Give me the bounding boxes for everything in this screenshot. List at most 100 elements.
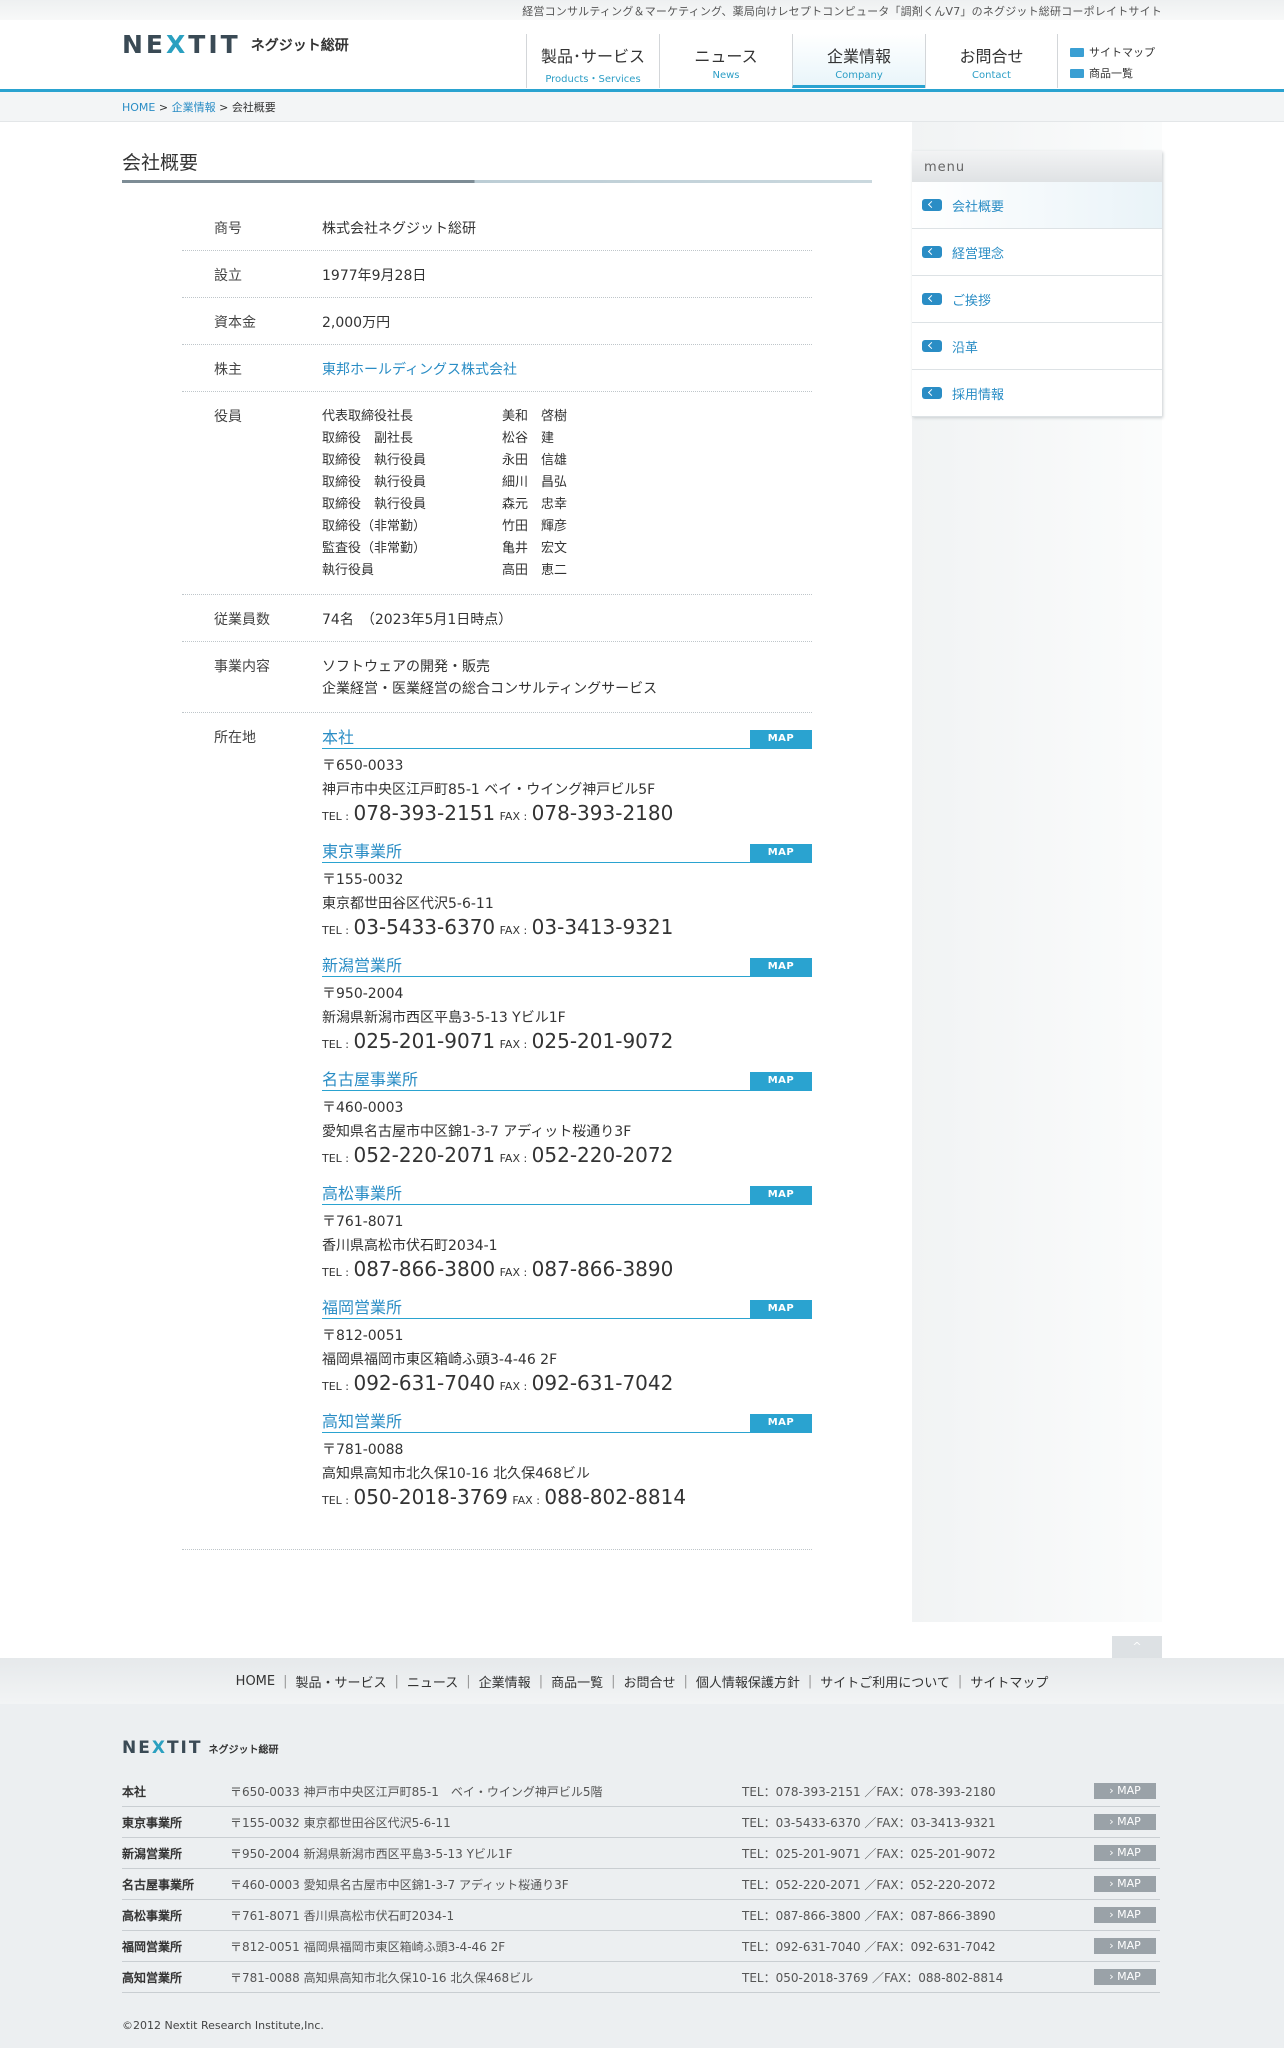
nav-news[interactable]: ニュース News <box>659 34 792 88</box>
map-label: MAP <box>1117 1815 1141 1828</box>
map-button[interactable]: MAP <box>750 730 812 748</box>
fax-number: 088-802-8814 <box>544 1485 687 1509</box>
footer-office-phone: TEL：050-2018-3769 ／FAX：088-802-8814 <box>742 1970 1004 1985</box>
office-phone: TEL : 092-631-7040 FAX : 092-631-7042 <box>322 1371 812 1395</box>
arrow-icon: › <box>1109 1784 1118 1797</box>
breadcrumb-company[interactable]: 企業情報 <box>172 101 216 114</box>
side-menu-philosophy[interactable]: 経営理念 <box>912 229 1162 276</box>
footer-map-button[interactable]: › MAP <box>1094 1938 1156 1954</box>
shareholder-link[interactable]: 東邦ホールディングス株式会社 <box>322 362 517 378</box>
footer-office-address: 〒950-2004 新潟県新潟市西区平島3-5-13 Yビル1F <box>230 1846 513 1861</box>
product-list-link[interactable]: 商品一覧 <box>1070 65 1155 81</box>
logo-text: ネグジット総研 <box>250 37 349 54</box>
arrow-icon: › <box>1109 1939 1118 1952</box>
fax-number: 025-201-9072 <box>531 1029 674 1053</box>
footer-office-row: 高松事業所 〒761-8071 香川県高松市伏石町2034-1 TEL：087-86… <box>122 1900 1160 1931</box>
sitemap-link[interactable]: サイトマップ <box>1070 44 1155 60</box>
footer-map-button[interactable]: › MAP <box>1094 1907 1156 1923</box>
footer-map-button[interactable]: › MAP <box>1094 1845 1156 1861</box>
footer-office-name: 高知営業所 <box>122 1970 183 1985</box>
office-zip: 〒812-0051 <box>322 1328 404 1344</box>
map-button[interactable]: MAP <box>750 844 812 862</box>
site-logo[interactable]: NEXTIT ネグジット総研 <box>122 30 349 59</box>
map-label: MAP <box>1117 1970 1141 1983</box>
nav-products[interactable]: 製品･サービス Products・Services <box>526 34 659 88</box>
footer-office-name: 名古屋事業所 <box>122 1877 195 1892</box>
tel-number: 052-220-2071 <box>353 1143 496 1167</box>
office-zip: 〒781-0088 <box>322 1442 404 1458</box>
side-menu-history[interactable]: 沿革 <box>912 323 1162 370</box>
map-label: MAP <box>1117 1846 1141 1859</box>
officer-name: 森元 忠幸 <box>502 497 568 512</box>
office-name: 高松事業所 <box>322 1184 403 1203</box>
footer-nav-item[interactable]: 製品・サービス <box>296 1672 387 1691</box>
row-capital: 資本金 2,000万円 <box>182 298 812 345</box>
chevron-icon <box>922 199 942 211</box>
office-address: 新潟県新潟市西区平島3-5-13 Yビル1F <box>322 1010 566 1026</box>
footer-map-button[interactable]: › MAP <box>1094 1814 1156 1830</box>
office-phone: TEL : 052-220-2071 FAX : 052-220-2072 <box>322 1143 812 1167</box>
separator: | <box>538 1673 544 1689</box>
footer-office-address: 〒781-0088 高知県高知市北久保10-16 北久保468ビル <box>230 1970 534 1985</box>
footer-nav-item[interactable]: 個人情報保護方針 <box>696 1672 800 1691</box>
footer-nav-item[interactable]: 商品一覧 <box>551 1672 603 1691</box>
office-address: 香川県高松市伏石町2034-1 <box>322 1238 498 1254</box>
footer-nav-item[interactable]: HOME <box>236 1674 275 1689</box>
map-label: MAP <box>1117 1908 1141 1921</box>
footer-office-address: 〒761-8071 香川県高松市伏石町2034-1 <box>230 1908 455 1923</box>
footer-nav-item[interactable]: 企業情報 <box>479 1672 531 1691</box>
map-button[interactable]: MAP <box>750 1414 812 1432</box>
office-name: 高知営業所 <box>322 1412 403 1431</box>
breadcrumb-home[interactable]: HOME <box>122 101 155 114</box>
officer-position: 取締役 執行役員 <box>322 475 427 490</box>
footer-logo: NEXTIT ネグジット総研 <box>122 1738 278 1758</box>
office-name: 東京事業所 <box>322 842 403 861</box>
footer-nav-item[interactable]: サイトご利用について <box>820 1672 950 1691</box>
map-label: MAP <box>1117 1939 1141 1952</box>
officer-name: 高田 恵二 <box>502 563 568 578</box>
officer-name: 細川 昌弘 <box>502 475 568 490</box>
side-menu-overview[interactable]: 会社概要 <box>912 182 1162 229</box>
fax-label: FAX : <box>499 1038 528 1051</box>
map-label: MAP <box>1117 1784 1141 1797</box>
office-name: 福岡営業所 <box>322 1298 403 1317</box>
fax-number: 087-866-3890 <box>531 1257 674 1281</box>
nav-contact[interactable]: お問合せ Contact <box>925 34 1058 88</box>
office-zip: 〒950-2004 <box>322 986 404 1002</box>
office-address: 神戸市中央区江戸町85-1 ベイ・ウイング神戸ビル5F <box>322 782 656 798</box>
map-button[interactable]: MAP <box>750 958 812 976</box>
side-menu-greeting[interactable]: ご挨拶 <box>912 276 1162 323</box>
officer-row: 取締役 副社長 松谷 建 <box>322 428 812 450</box>
map-button[interactable]: MAP <box>750 1186 812 1204</box>
officer-position: 取締役 執行役員 <box>322 453 427 468</box>
office-phone: TEL : 087-866-3800 FAX : 087-866-3890 <box>322 1257 812 1281</box>
utility-links: サイトマップ 商品一覧 <box>1070 44 1155 86</box>
map-button[interactable]: MAP <box>750 1072 812 1090</box>
footer-map-button[interactable]: › MAP <box>1094 1876 1156 1892</box>
footer-map-button[interactable]: › MAP <box>1094 1969 1156 1985</box>
tel-label: TEL : <box>322 924 350 937</box>
page-top-button[interactable]: ^ <box>1112 1636 1162 1658</box>
footer-nav-item[interactable]: お問合せ <box>623 1672 675 1691</box>
officer-list: 代表取締役社長 美和 啓樹 取締役 副社長 松谷 建取締役 執行役員 永田 信雄 取締役 … <box>322 406 812 582</box>
officer-name: 永田 信雄 <box>502 453 568 468</box>
copyright: ©2012 Nextit Research Institute,Inc. <box>122 2019 324 2032</box>
logo-mark: NEXTIT <box>122 30 241 59</box>
side-menu-recruit[interactable]: 採用情報 <box>912 370 1162 417</box>
footer-nav-item[interactable]: サイトマップ <box>970 1672 1048 1691</box>
tel-number: 025-201-9071 <box>353 1029 496 1053</box>
office-header: 高知営業所 MAP <box>322 1411 812 1433</box>
arrow-icon <box>1070 47 1084 57</box>
chevron-icon <box>922 387 942 399</box>
footer-logo-mark: NEXTIT <box>122 1738 203 1758</box>
nav-company[interactable]: 企業情報 Company <box>792 34 925 88</box>
office-name: 本社 <box>322 728 355 747</box>
separator: | <box>957 1673 963 1689</box>
office-header: 高松事業所 MAP <box>322 1183 812 1205</box>
footer-nav-item[interactable]: ニュース <box>407 1672 458 1691</box>
breadcrumb: HOME > 企業情報 > 会社概要 <box>122 101 276 114</box>
tel-label: TEL : <box>322 1266 350 1279</box>
map-button[interactable]: MAP <box>750 1300 812 1318</box>
tel-label: TEL : <box>322 1494 350 1507</box>
footer-map-button[interactable]: › MAP <box>1094 1783 1156 1799</box>
